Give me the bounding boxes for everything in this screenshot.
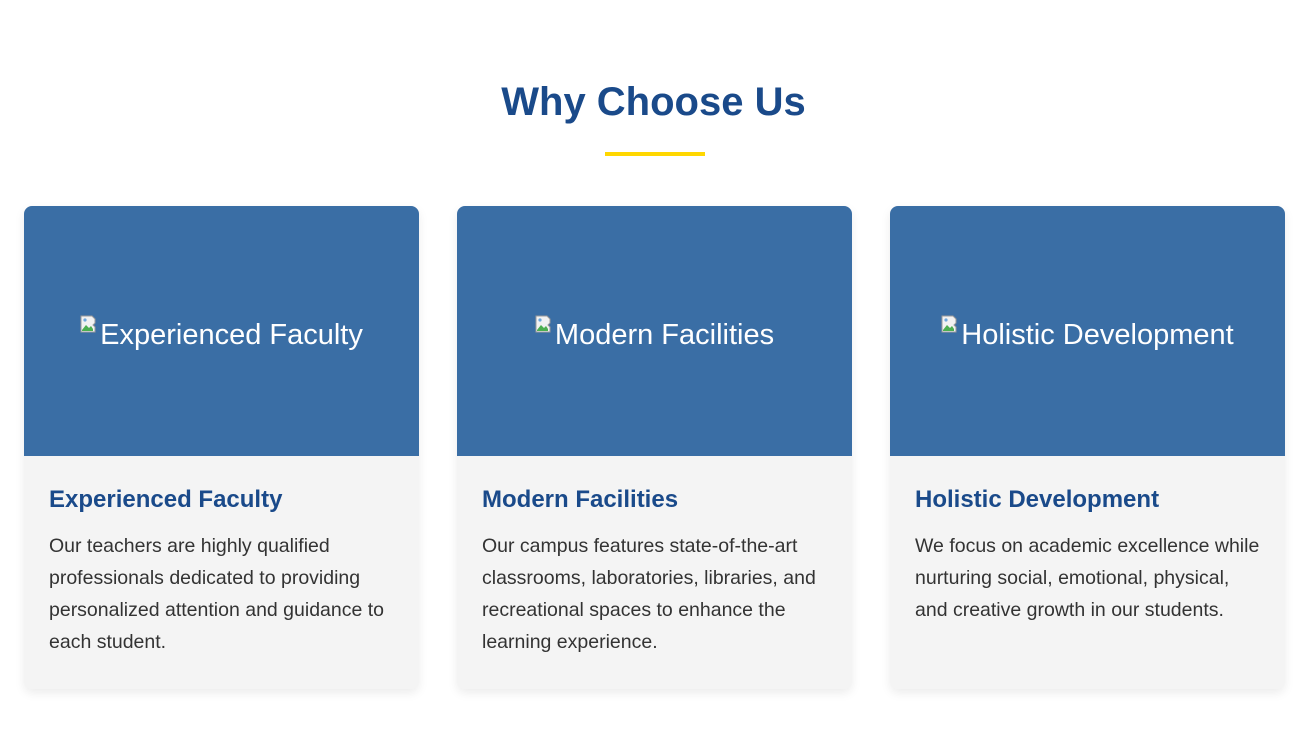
title-underline [605,152,705,156]
broken-image-icon [535,315,555,333]
why-choose-us-section: Why Choose Us Experienced Faculty Experi… [0,0,1307,752]
image-alt-text: Experienced Faculty [100,318,363,351]
section-title: Why Choose Us [501,80,806,124]
feature-card-holistic-development: Holistic Development Holistic Developmen… [890,206,1285,689]
card-heading: Experienced Faculty [49,486,283,513]
feature-cards: Experienced Faculty Experienced Faculty … [24,206,1285,689]
broken-image: Modern Facilities [535,315,775,351]
card-heading: Holistic Development [915,486,1160,513]
card-image: Modern Facilities [457,206,852,456]
card-body: Modern Facilities Our campus features st… [457,456,852,658]
card-image: Holistic Development [890,206,1285,456]
broken-image-icon [80,315,100,333]
card-body: Experienced Faculty Our teachers are hig… [24,456,419,658]
card-description: Our campus features state-of-the-art cla… [482,535,816,653]
image-alt-text: Holistic Development [961,318,1234,351]
feature-card-modern-facilities: Modern Facilities Modern Facilities Our … [457,206,852,689]
feature-card-experienced-faculty: Experienced Faculty Experienced Faculty … [24,206,419,689]
broken-image: Experienced Faculty [80,315,363,351]
broken-image: Holistic Development [941,315,1234,351]
broken-image-icon [941,315,961,333]
card-image: Experienced Faculty [24,206,419,456]
card-heading: Modern Facilities [482,486,679,513]
card-body: Holistic Development We focus on academi… [890,456,1285,626]
card-description: Our teachers are highly qualified profes… [49,535,385,653]
image-alt-text: Modern Facilities [554,318,775,351]
card-description: We focus on academic excellence while nu… [915,535,1260,621]
